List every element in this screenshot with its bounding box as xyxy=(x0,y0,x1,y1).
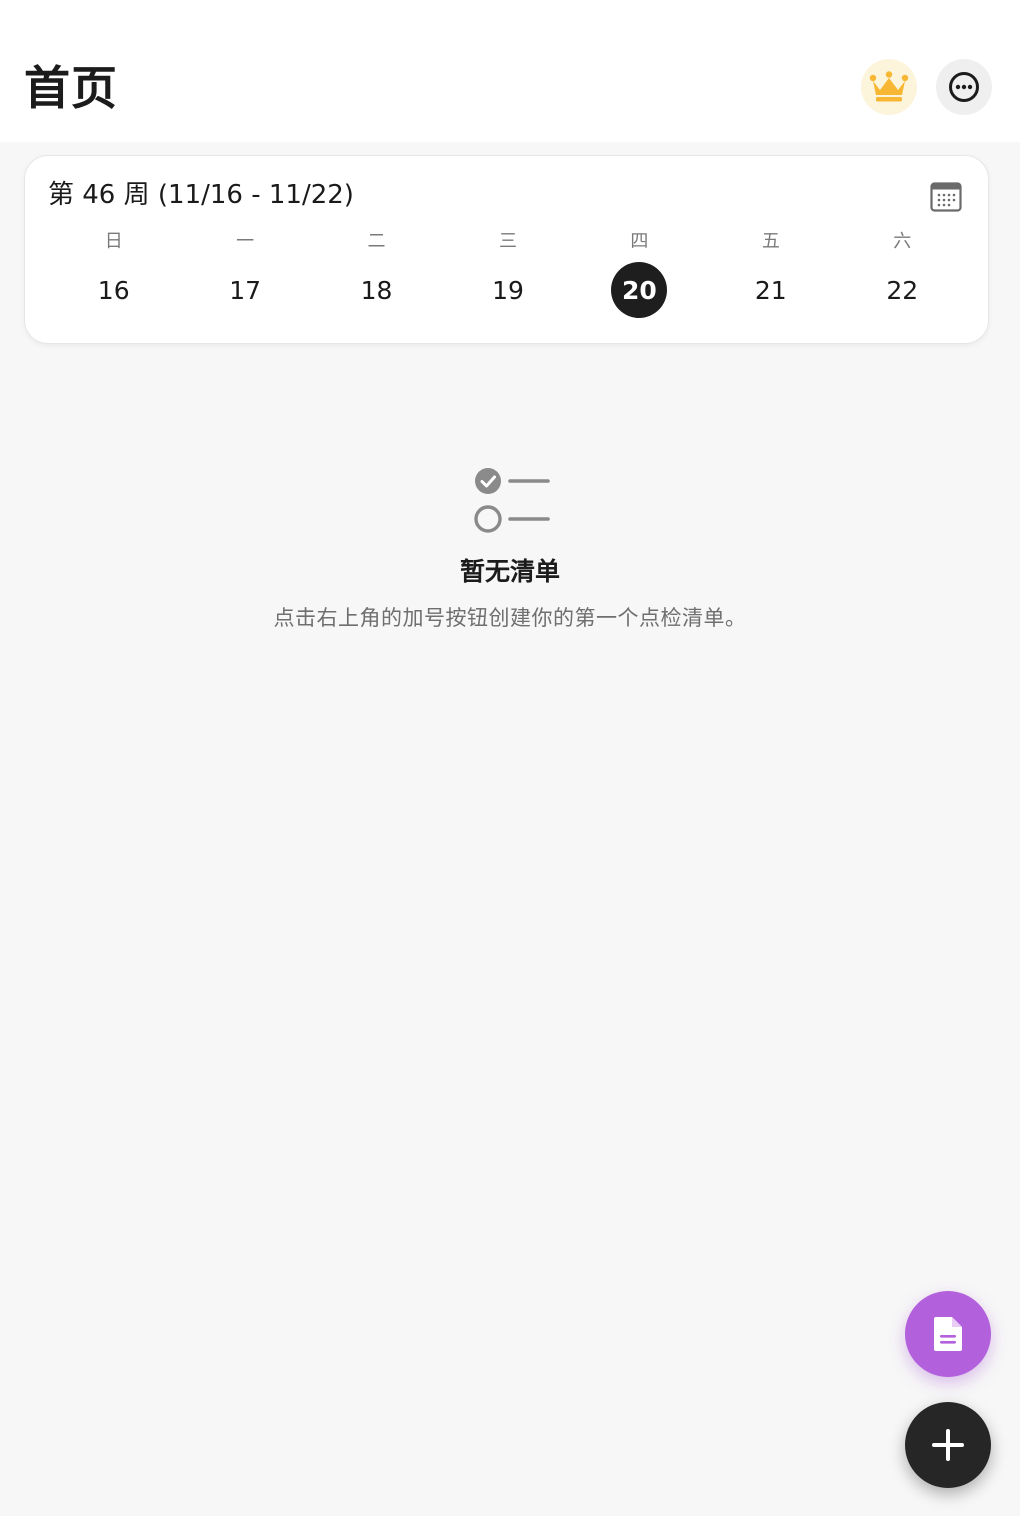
page-title: 首页 xyxy=(24,61,118,115)
weekday-label: 一 xyxy=(236,231,255,252)
week-card: 第 46 周 (11/16 - 11/22) 日 16 一 17 二 18 三 … xyxy=(24,155,989,344)
crown-icon xyxy=(869,71,909,102)
more-horizontal-icon xyxy=(949,72,979,102)
weekday-label: 三 xyxy=(498,231,517,252)
weekday-label: 六 xyxy=(893,231,912,252)
premium-button[interactable] xyxy=(861,59,917,115)
document-icon xyxy=(934,1317,962,1351)
day-saturday[interactable]: 六 22 xyxy=(837,230,968,326)
weekday-label: 日 xyxy=(104,231,123,252)
empty-title: 暂无清单 xyxy=(459,557,560,586)
empty-description: 点击右上角的加号按钮创建你的第一个点检清单。 xyxy=(273,606,747,630)
day-number: 18 xyxy=(360,275,393,305)
calendar-icon xyxy=(930,182,962,212)
selected-day-number: 20 xyxy=(611,262,668,318)
day-wednesday[interactable]: 三 19 xyxy=(442,230,573,326)
day-friday[interactable]: 五 21 xyxy=(705,230,836,326)
day-number: 22 xyxy=(886,275,919,305)
weekday-label: 五 xyxy=(761,231,780,252)
calendar-button[interactable] xyxy=(929,180,963,214)
add-checklist-button[interactable] xyxy=(905,1402,991,1488)
week-title: 第 46 周 (11/16 - 11/22) xyxy=(48,180,354,210)
empty-state: 暂无清单 点击右上角的加号按钮创建你的第一个点检清单。 xyxy=(0,462,1020,632)
week-days-row: 日 16 一 17 二 18 三 19 四 20 五 21 六 22 xyxy=(48,230,968,326)
weekday-label: 四 xyxy=(630,231,649,252)
more-button[interactable] xyxy=(936,59,992,115)
day-monday[interactable]: 一 17 xyxy=(179,230,310,326)
day-sunday[interactable]: 日 16 xyxy=(48,230,179,326)
document-fab-button[interactable] xyxy=(905,1291,991,1377)
day-number: 21 xyxy=(754,275,787,305)
plus-icon xyxy=(932,1429,964,1461)
day-thursday-selected[interactable]: 四 20 xyxy=(574,230,705,326)
day-number: 16 xyxy=(97,275,130,305)
day-number: 17 xyxy=(229,275,262,305)
top-header: 首页 xyxy=(0,0,1020,142)
day-number: 19 xyxy=(492,275,524,305)
weekday-label: 二 xyxy=(367,231,386,252)
day-tuesday[interactable]: 二 18 xyxy=(311,230,442,326)
checklist-icon xyxy=(474,468,550,533)
